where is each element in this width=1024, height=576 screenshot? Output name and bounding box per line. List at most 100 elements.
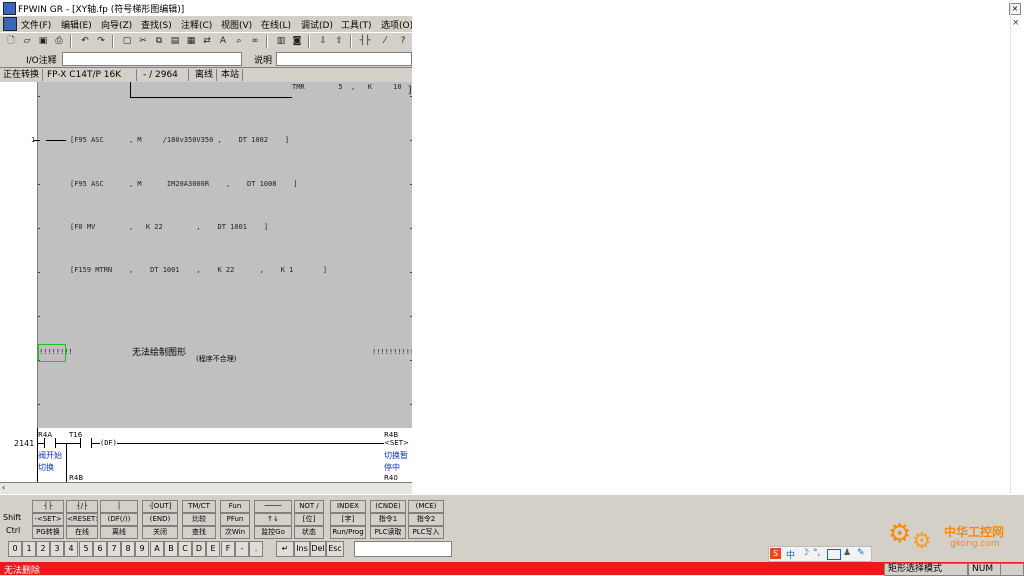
fkey-status[interactable]: 状态 [294,526,324,539]
diagonal-icon[interactable]: ⁄ [378,35,392,48]
menu-search[interactable]: 查找(S) [141,18,172,31]
cut-icon[interactable]: ✂ [136,35,150,48]
horizontal-scrollbar[interactable]: ‹ [0,482,412,494]
ime-mode-toggle[interactable]: 中 [786,548,795,561]
punct-icon[interactable]: °, [813,548,820,558]
fkey-vertical[interactable]: │ [100,500,138,513]
save-icon[interactable]: ▣ [36,35,50,48]
fkey-next-window[interactable]: 次Win [220,526,250,539]
fkey-out[interactable]: -[OUT] [142,500,178,513]
menu-debug[interactable]: 调试(D) [301,18,333,31]
menu-file[interactable]: 文件(F) [21,18,51,31]
fkey-run-prog[interactable]: Run/Prog [330,526,366,539]
fkey-instr1[interactable]: 指令1 [370,513,406,526]
numkey-dot[interactable]: . [249,541,263,557]
selected-region[interactable]: TMR 5 , K 10 ] [F95 ASC , M /180v350V350… [38,82,412,428]
fkey-monitor-go[interactable]: 监控Go [254,526,292,539]
fkey-instr2[interactable]: 指令2 [408,513,444,526]
select-icon[interactable]: ▢ [120,35,134,48]
numkey-8[interactable]: 8 [121,541,135,557]
monitor-icon[interactable]: ▥ [274,35,288,48]
open-folder-icon[interactable]: ▱ [20,35,34,48]
esc-key[interactable]: Esc [326,541,344,557]
fkey-pfun[interactable]: PFun [220,513,250,526]
keyboard-icon[interactable] [827,549,841,560]
ins-key[interactable]: Ins [294,541,310,557]
menu-view[interactable]: 视图(V) [221,18,252,31]
print-icon[interactable]: ⎙ [52,35,66,48]
fkey-tmct[interactable]: TM/CT [182,500,216,513]
numkey-2[interactable]: 2 [36,541,50,557]
instruction-input[interactable] [354,541,452,557]
fkey-set[interactable]: -<SET> [32,513,64,526]
convert-icon[interactable]: ⇄ [200,35,214,48]
numkey-7[interactable]: 7 [107,541,121,557]
numkey-1[interactable]: 1 [22,541,36,557]
description-input[interactable] [276,52,412,66]
enter-key[interactable]: ↵ [276,541,294,557]
numkey-d[interactable]: D [192,541,206,557]
fkey-online[interactable]: 在线 [66,526,98,539]
moon-icon[interactable]: ☽ [801,548,809,558]
contact-r4a[interactable] [44,438,56,448]
fkey-not[interactable]: NOT / [294,500,324,513]
fkey-df[interactable]: (DF(/)) [100,513,138,526]
numkey-4[interactable]: 4 [64,541,78,557]
fkey-end[interactable]: (END) [142,513,178,526]
fkey-nc-contact[interactable]: ┤/├ [66,500,98,513]
skin-icon[interactable]: ♟ [843,548,851,558]
find-icon[interactable]: ⌕ [232,35,246,48]
contact-t16[interactable] [80,438,92,448]
fkey-plc-read[interactable]: PLC读取 [370,526,406,539]
scroll-left-icon[interactable]: ‹ [2,483,5,492]
undo-icon[interactable]: ↶ [78,35,92,48]
numkey-6[interactable]: 6 [93,541,107,557]
fkey-updown[interactable]: ↑↓ [254,513,292,526]
set-coil[interactable]: <SET> [384,439,409,447]
menu-online[interactable]: 在线(L) [261,18,291,31]
tools-icon[interactable]: ✎ [857,548,865,558]
text-icon[interactable]: A [216,35,230,48]
stop-monitor-icon[interactable]: ◙ [290,35,304,48]
io-comment-input[interactable] [62,52,242,66]
new-file-icon[interactable]: 🗋 [4,35,18,48]
ladder-editor[interactable]: TMR 5 , K 10 ] [F95 ASC , M /180v350V350… [0,82,412,486]
copy-icon[interactable]: ⧉ [152,35,166,48]
fkey-word[interactable]: [字] [330,513,366,526]
sogou-icon[interactable]: S [770,548,781,559]
numkey-e[interactable]: E [206,541,220,557]
close-child-icon[interactable]: × [1012,18,1020,28]
fkey-contact[interactable]: ┤├ [32,500,64,513]
numkey-c[interactable]: C [178,541,192,557]
menu-options[interactable]: 选项(O) [381,18,412,31]
fkey-fun[interactable]: Fun [220,500,250,513]
menu-tools[interactable]: 工具(T) [341,18,372,31]
fkey-pg-convert[interactable]: PG转换 [32,526,64,539]
numkey-3[interactable]: 3 [50,541,64,557]
fkey-bit[interactable]: [位] [294,513,324,526]
fkey-hline[interactable]: ──── [254,500,292,513]
df-instruction[interactable]: (DF) [100,439,117,447]
contact-icon[interactable]: ┤├ [358,35,372,48]
plc-write-icon[interactable]: ⇧ [332,35,346,48]
del-key[interactable]: Del [310,541,326,557]
numkey-9[interactable]: 9 [135,541,149,557]
numkey-0[interactable]: 0 [8,541,22,557]
grid-icon[interactable]: ▦ [184,35,198,48]
fkey-reset[interactable]: <RESET> [66,513,98,526]
plc-read-icon[interactable]: ⇩ [316,35,330,48]
fkey-offline[interactable]: 离线 [100,526,138,539]
fkey-cnde[interactable]: (CNDE) [370,500,406,513]
document-icon[interactable] [3,17,17,31]
fkey-plc-write[interactable]: PLC写入 [408,526,444,539]
fkey-mce[interactable]: (MCE) [408,500,444,513]
fkey-find[interactable]: 查找 [182,526,216,539]
redo-icon[interactable]: ↷ [94,35,108,48]
numkey-5[interactable]: 5 [79,541,93,557]
numkey-f[interactable]: F [221,541,235,557]
menu-wizard[interactable]: 向导(Z) [101,18,132,31]
numkey-b[interactable]: B [164,541,178,557]
fkey-close[interactable]: 关闭 [142,526,178,539]
fkey-compare[interactable]: 比较 [182,513,216,526]
numkey-a[interactable]: A [150,541,164,557]
